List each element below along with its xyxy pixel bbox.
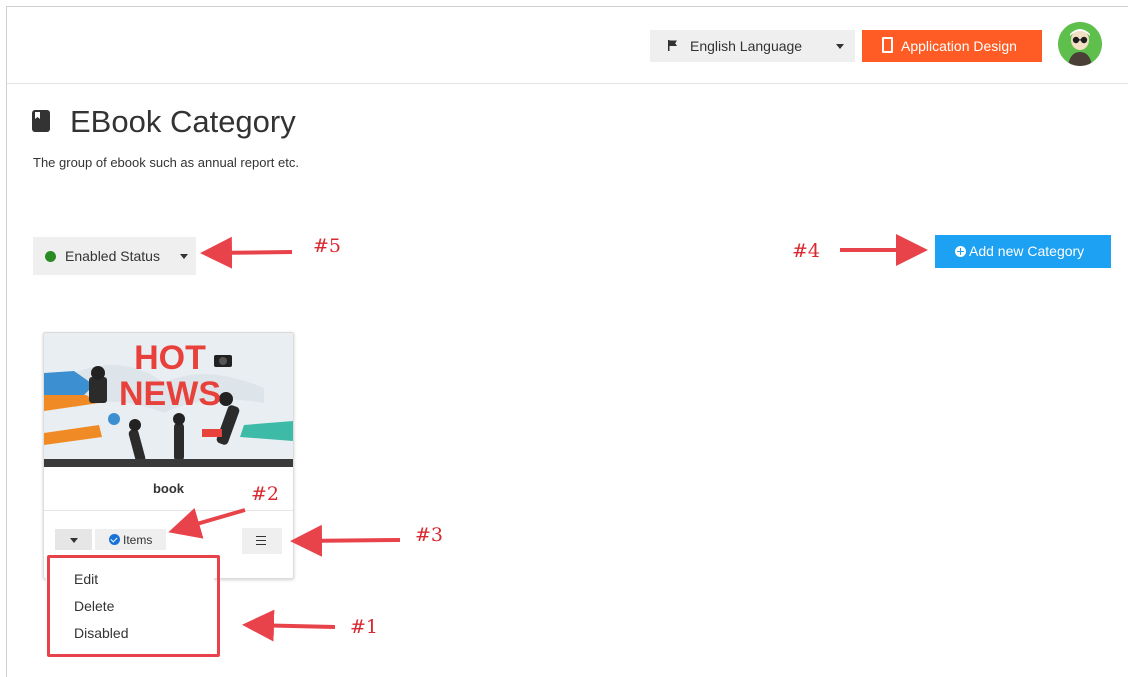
annotation-label-2: #2 xyxy=(251,483,280,505)
annotation-label-5: #5 xyxy=(313,235,342,257)
annotation-label-3: #3 xyxy=(415,524,444,546)
annotation-label-4: #4 xyxy=(792,240,821,262)
arrow-5 xyxy=(200,236,293,269)
annotation-label-1: #1 xyxy=(350,616,379,638)
arrow-3 xyxy=(290,524,401,557)
arrow-2 xyxy=(168,507,246,539)
annotation-arrows xyxy=(168,234,928,642)
arrow-1 xyxy=(242,609,336,642)
